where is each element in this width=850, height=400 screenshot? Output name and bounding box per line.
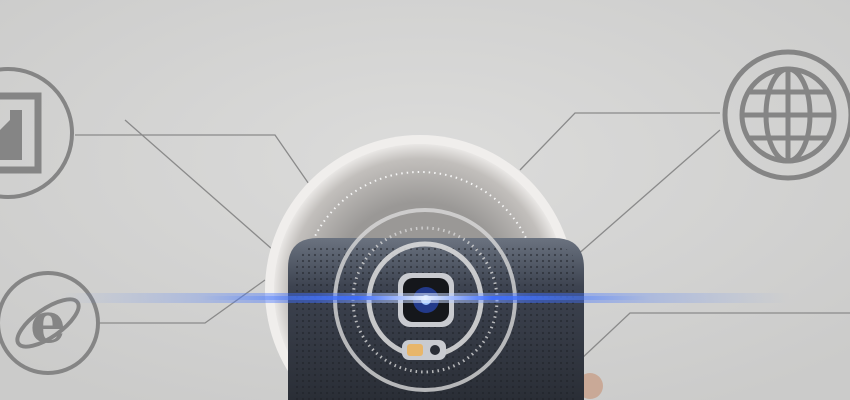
globe-icon [722,49,850,181]
light-beam [60,293,790,303]
photo-scene: e [0,0,850,400]
camera-flash [402,340,446,360]
